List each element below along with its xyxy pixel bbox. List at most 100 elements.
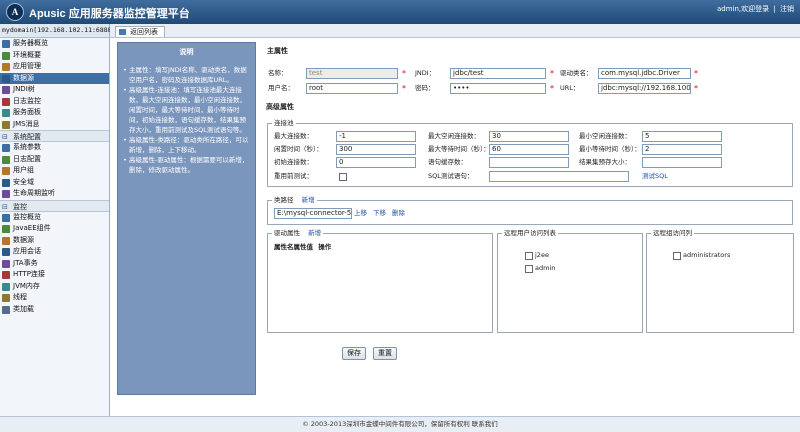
jndi-label: JNDI：	[415, 69, 436, 77]
sidebar-item-label: 数据源	[13, 73, 34, 82]
sidebar-item-label: 应用会话	[13, 247, 41, 255]
monitor-icon	[2, 213, 10, 222]
group-checkbox-administrators[interactable]	[673, 252, 681, 260]
idle-time-label: 闲置时间（秒）：	[274, 145, 323, 153]
classpath-legend: 类路径 新增	[272, 196, 317, 204]
sidebar-item-label: 用户组	[13, 166, 34, 174]
advanced-props-title: 高级属性	[266, 103, 294, 111]
separator: |	[773, 5, 776, 13]
driver-class-input[interactable]: com.mysql.jdbc.Driver	[598, 68, 691, 79]
sidebar-item[interactable]: 生命周期监听	[0, 188, 109, 200]
required-mark: *	[402, 69, 406, 78]
help-item: 高级属性-驱动属性：根据需要可以新增，删除，修改驱动属性。	[123, 155, 250, 175]
sidebar-item[interactable]: 环境概要	[0, 50, 109, 62]
sql-test-input[interactable]	[489, 171, 629, 182]
help-title: 说明	[179, 48, 194, 56]
name-input[interactable]: test	[306, 68, 398, 79]
sidebar-item[interactable]: 线程	[0, 292, 109, 304]
transaction-icon	[2, 259, 10, 268]
move-up-link[interactable]: 上移	[354, 208, 367, 219]
init-conn-input[interactable]: 0	[336, 157, 416, 168]
stmt-cache-input[interactable]	[489, 157, 569, 168]
sidebar-item[interactable]: JMS消息	[0, 119, 109, 131]
sidebar-item[interactable]: 日志监控	[0, 96, 109, 108]
pool-legend: 连接池	[272, 119, 296, 127]
sidebar-item[interactable]: 数据源	[0, 235, 109, 247]
test-before-label: 重用前测试：	[274, 172, 313, 180]
sidebar-item[interactable]: 监控概览	[0, 212, 109, 224]
group-monitor[interactable]: ⊟ 监控	[0, 199, 109, 212]
classpath-input[interactable]: E:\mysql-connector-5	[274, 208, 352, 219]
stmt-cache-label: 语句缓存数：	[428, 158, 467, 166]
user-label-admin: admin	[535, 264, 556, 272]
max-conn-label: 最大连接数：	[274, 132, 313, 140]
test-before-checkbox[interactable]	[339, 173, 347, 181]
sidebar-item[interactable]: JVM内存	[0, 281, 109, 293]
user-checkbox-j2ee[interactable]	[525, 252, 533, 260]
users-icon	[2, 167, 10, 175]
sidebar-item[interactable]: 应用会话	[0, 246, 109, 258]
max-wait-input[interactable]: 60	[489, 144, 569, 155]
group-system-config[interactable]: ⊟ 系统配置	[0, 130, 109, 142]
min-wait-input[interactable]: 2	[642, 144, 722, 155]
idle-time-input[interactable]: 300	[336, 144, 416, 155]
remote-users-fieldset	[497, 233, 643, 333]
sidebar-item[interactable]: JavaEE组件	[0, 223, 109, 235]
url-input[interactable]: jdbc:mysql://192.168.100	[598, 83, 691, 94]
min-idle-label: 最小空闲连接数：	[579, 132, 631, 140]
sidebar-item[interactable]: 应用管理	[0, 61, 109, 73]
tab-bar: 返回列表	[110, 24, 800, 38]
params-icon	[2, 144, 10, 152]
apusic-logo: A	[6, 3, 24, 21]
save-button[interactable]: 保存	[342, 347, 366, 360]
logout-link[interactable]: 注销	[780, 5, 794, 13]
classpath-add-link[interactable]: 新增	[302, 196, 315, 204]
sql-test-label: SQL测试语句：	[428, 172, 474, 180]
sidebar-item[interactable]: 服务面板	[0, 107, 109, 119]
minus-icon: ⊟	[2, 202, 8, 211]
sidebar-item-label: 环境概要	[13, 50, 41, 59]
sidebar-item-label: JMS消息	[13, 119, 40, 128]
required-mark: *	[694, 69, 698, 78]
max-conn-input[interactable]: -1	[336, 131, 416, 142]
driver-props-add-link[interactable]: 新增	[308, 229, 321, 237]
reset-button[interactable]: 重置	[373, 347, 397, 360]
footer: © 2003-2013深圳市金蝶中间件有限公司，保留所有权利 联系我们	[0, 416, 800, 432]
min-idle-input[interactable]: 5	[642, 131, 722, 142]
message-icon	[2, 120, 10, 129]
password-input[interactable]: ••••	[450, 83, 546, 94]
sidebar-item[interactable]: 类加载	[0, 304, 109, 316]
sidebar-item[interactable]: 系统参数	[0, 142, 109, 154]
datasource-icon	[2, 74, 10, 83]
user-checkbox-admin[interactable]	[525, 265, 533, 273]
name-label: 名称：	[268, 69, 288, 77]
back-to-list-tab[interactable]: 返回列表	[115, 26, 165, 37]
username-input[interactable]: root	[306, 83, 398, 94]
remote-groups-fieldset	[646, 233, 794, 333]
sidebar-item-label: HTTP连接	[13, 270, 45, 278]
domain-label[interactable]: mydomain[192.168.102.11:6888]	[0, 24, 116, 38]
move-down-link[interactable]: 下移	[373, 208, 386, 219]
sidebar-item[interactable]: 日志配置	[0, 154, 109, 166]
http-icon	[2, 271, 10, 279]
sidebar-item[interactable]: 安全域	[0, 177, 109, 189]
sidebar-item-label: 日志监控	[13, 96, 41, 105]
sidebar-item[interactable]: 用户组	[0, 165, 109, 177]
component-icon	[2, 225, 10, 233]
required-mark: *	[402, 84, 406, 93]
delete-link[interactable]: 删除	[392, 208, 405, 219]
sidebar-item[interactable]: JNDI树	[0, 84, 109, 96]
max-idle-input[interactable]: 30	[489, 131, 569, 142]
sidebar-item-label: JNDI树	[13, 85, 35, 93]
sidebar-item-label: JTA事务	[13, 258, 38, 267]
sidebar-item[interactable]: 服务器概览	[0, 38, 109, 50]
jndi-input[interactable]: jdbc/test	[450, 68, 546, 79]
sidebar-item[interactable]: 数据源	[0, 72, 109, 84]
user-label-j2ee: j2ee	[535, 251, 549, 259]
sidebar-item-label: 监控概览	[13, 212, 41, 221]
result-cache-input[interactable]	[642, 157, 722, 168]
test-sql-link[interactable]: 测试SQL	[642, 171, 668, 182]
sidebar-item-label: JVM内存	[13, 281, 40, 290]
sidebar-item[interactable]: HTTP连接	[0, 269, 109, 281]
sidebar-item[interactable]: JTA事务	[0, 258, 109, 270]
